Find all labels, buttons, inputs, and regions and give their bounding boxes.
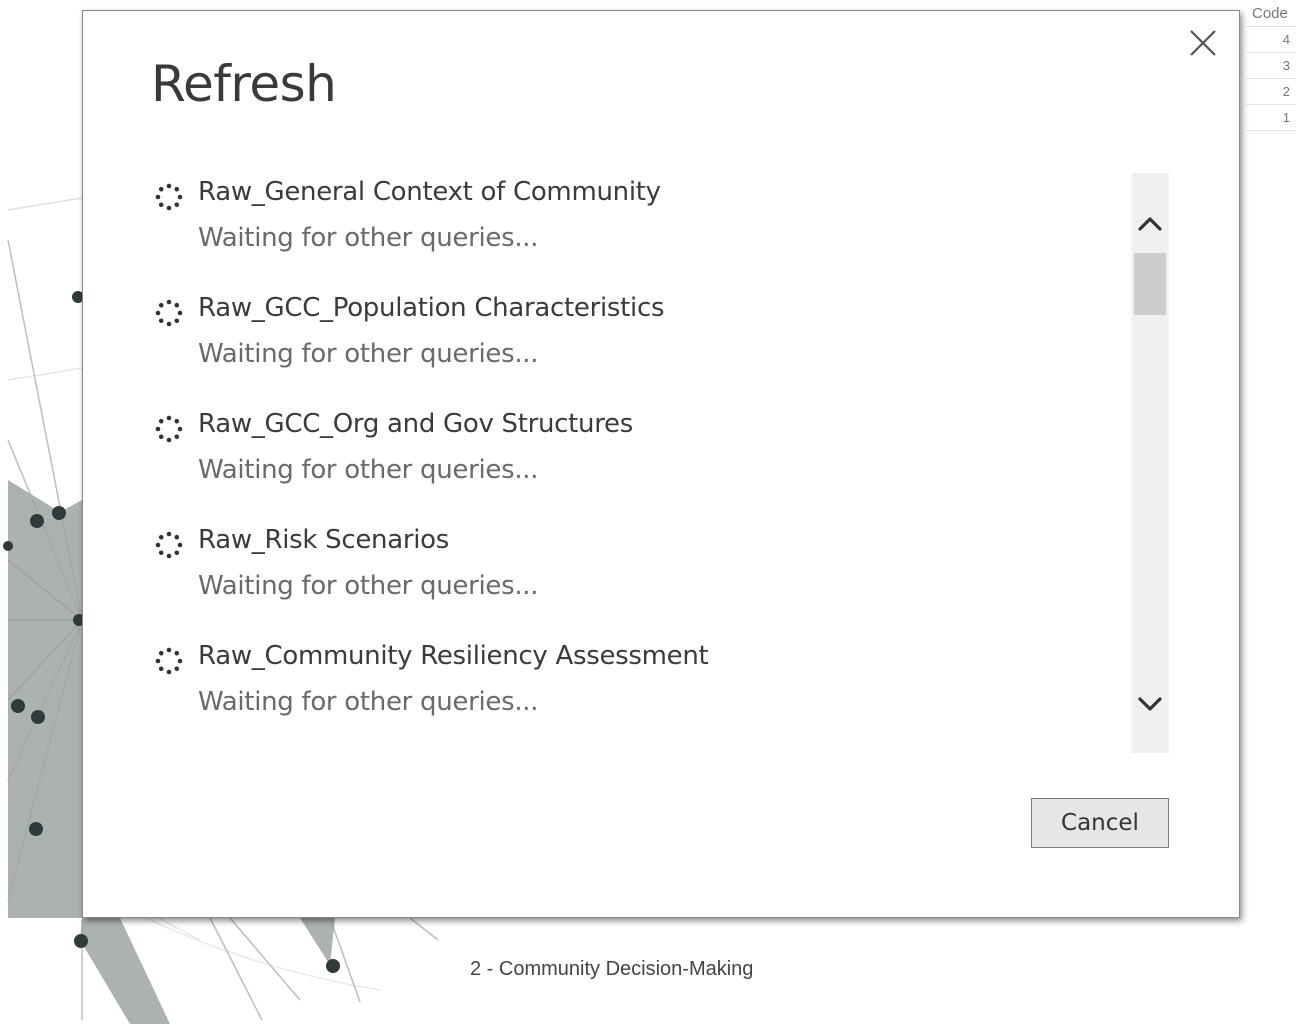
scroll-down-button[interactable] <box>1131 683 1169 723</box>
query-name: Raw_GCC_Org and Gov Structures <box>198 409 633 439</box>
vertical-scrollbar[interactable] <box>1131 173 1169 753</box>
query-name: Raw_GCC_Population Characteristics <box>198 293 665 323</box>
loading-spinner-icon <box>155 647 183 675</box>
list-item: Raw_Risk Scenarios Waiting for other que… <box>153 521 1053 637</box>
loading-spinner-icon <box>155 183 183 211</box>
dialog-title: Refresh <box>151 55 337 113</box>
screen: 2 - Community Decision-Making Code 4 3 2… <box>0 0 1304 1024</box>
table-cell: 3 <box>1246 53 1296 79</box>
chevron-up-icon <box>1138 217 1162 231</box>
loading-spinner-icon <box>155 299 183 327</box>
query-status: Waiting for other queries... <box>198 455 539 485</box>
close-icon <box>1190 30 1216 56</box>
table-cell: 1 <box>1246 105 1296 131</box>
list-item: Raw_GCC_Population Characteristics Waiti… <box>153 289 1053 405</box>
background-code-table: Code 4 3 2 1 <box>1246 0 1296 131</box>
table-cell: 2 <box>1246 79 1296 105</box>
query-status: Waiting for other queries... <box>198 571 539 601</box>
close-button[interactable] <box>1185 25 1221 61</box>
refresh-dialog: Refresh Raw_General Context of Community… <box>82 10 1240 918</box>
query-status: Waiting for other queries... <box>198 339 539 369</box>
list-item: Raw_General Context of Community Waiting… <box>153 173 1053 289</box>
loading-spinner-icon <box>155 531 183 559</box>
query-name: Raw_Risk Scenarios <box>198 525 450 555</box>
query-name: Raw_Community Resiliency Assessment <box>198 641 709 671</box>
table-header-code: Code <box>1246 0 1296 27</box>
list-item: Raw_GCC_Org and Gov Structures Waiting f… <box>153 405 1053 521</box>
query-status: Waiting for other queries... <box>198 687 539 717</box>
query-name: Raw_General Context of Community <box>198 177 661 207</box>
chart-axis-label: 2 - Community Decision-Making <box>470 958 754 980</box>
scrollbar-thumb[interactable] <box>1134 253 1166 315</box>
cancel-button[interactable]: Cancel <box>1031 798 1169 848</box>
query-status: Waiting for other queries... <box>198 223 539 253</box>
query-list: Raw_General Context of Community Waiting… <box>153 173 1053 753</box>
table-cell: 4 <box>1246 27 1296 53</box>
scroll-up-button[interactable] <box>1131 203 1169 243</box>
list-item: Raw_Community Resiliency Assessment Wait… <box>153 637 1053 753</box>
chevron-down-icon <box>1138 697 1162 711</box>
loading-spinner-icon <box>155 415 183 443</box>
